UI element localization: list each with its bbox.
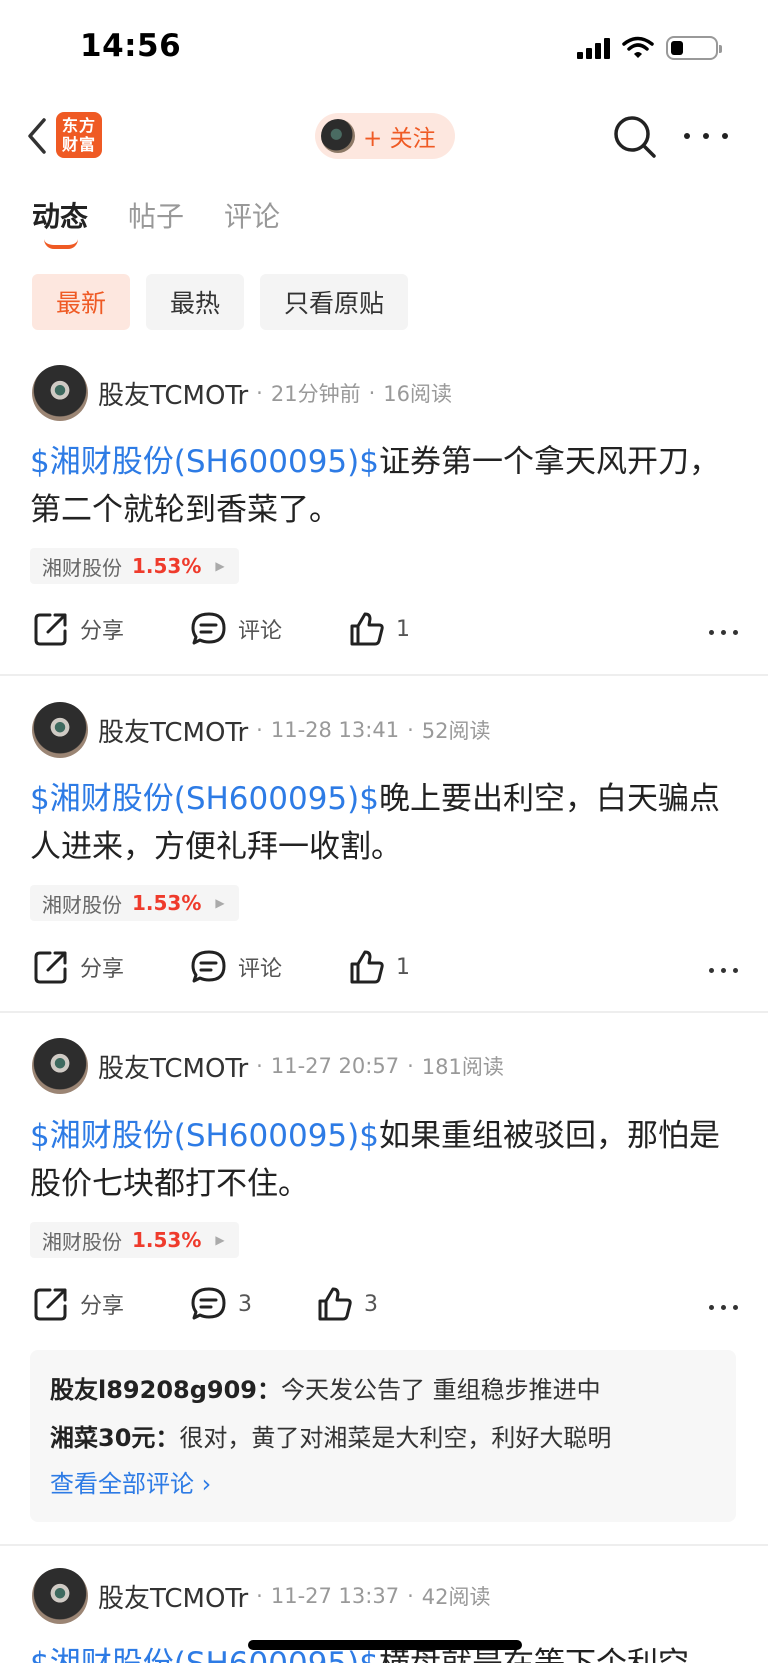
tab-comments[interactable]: 评论 bbox=[224, 195, 280, 235]
post-username[interactable]: 股友TCMOTr bbox=[98, 1048, 248, 1085]
stock-link[interactable]: $湘财股份(SH600095)$ bbox=[30, 444, 379, 480]
like-button[interactable]: 1 bbox=[348, 948, 410, 986]
post-actions: 分享 评论 1 bbox=[32, 610, 738, 654]
post-more-icon[interactable] bbox=[709, 968, 738, 973]
post-text[interactable]: $湘财股份(SH600095)$证券第一个拿天风开刀，第二个就轮到香菜了。 bbox=[30, 438, 740, 534]
stock-quote-tag[interactable]: 湘财股份 1.53% ▶ bbox=[30, 1222, 239, 1258]
filter-hottest[interactable]: 最热 bbox=[146, 274, 245, 330]
filter-chips: 最新 最热 只看原贴 bbox=[32, 274, 409, 330]
divider bbox=[0, 1544, 768, 1546]
filter-latest[interactable]: 最新 bbox=[32, 274, 131, 330]
post-time: 11-27 20:57 bbox=[270, 1054, 400, 1078]
comment-text: 很对，黄了对湘菜是大利空，利好大聪明 bbox=[179, 1424, 612, 1452]
comment-text: 今天发公告了 重组稳步推进中 bbox=[281, 1376, 601, 1404]
avatar[interactable] bbox=[32, 702, 88, 758]
search-icon[interactable] bbox=[612, 114, 658, 160]
like-button[interactable]: 3 bbox=[316, 1285, 378, 1323]
quote-percent: 1.53% bbox=[132, 554, 202, 578]
chevron-left-icon bbox=[28, 118, 46, 154]
caret-right-icon: ▶ bbox=[215, 559, 225, 573]
post-reads: 52阅读 bbox=[421, 719, 491, 743]
comment-item: 湘菜30元：很对，黄了对湘菜是大利空，利好大聪明 bbox=[50, 1414, 716, 1462]
status-icons bbox=[577, 36, 722, 60]
comment-button[interactable]: 评论 bbox=[190, 610, 282, 648]
comment-icon bbox=[191, 612, 226, 645]
avatar bbox=[321, 119, 355, 153]
battery-icon bbox=[666, 36, 722, 60]
comment-button[interactable]: 3 bbox=[190, 1285, 252, 1323]
post-username[interactable]: 股友TCMOTr bbox=[98, 1578, 248, 1615]
like-button[interactable]: 1 bbox=[348, 610, 410, 648]
quote-name: 湘财股份 bbox=[42, 1229, 122, 1254]
comment-icon bbox=[191, 950, 226, 983]
stock-quote-tag[interactable]: 湘财股份 1.53% ▶ bbox=[30, 885, 239, 921]
divider bbox=[0, 674, 768, 676]
post-time: 11-28 13:41 bbox=[270, 718, 400, 742]
stock-quote-tag[interactable]: 湘财股份 1.53% ▶ bbox=[30, 548, 239, 584]
post-time: 21分钟前 bbox=[270, 382, 361, 406]
quote-percent: 1.53% bbox=[132, 1228, 202, 1252]
status-time: 14:56 bbox=[80, 28, 182, 64]
post-more-icon[interactable] bbox=[709, 1305, 738, 1310]
share-button[interactable]: 分享 bbox=[32, 1285, 124, 1323]
post-reads: 181阅读 bbox=[421, 1055, 504, 1079]
share-button[interactable]: 分享 bbox=[32, 948, 124, 986]
more-options-icon[interactable] bbox=[684, 124, 728, 148]
follow-label: + 关注 bbox=[363, 126, 436, 152]
profile-tabs: 动态 帖子 评论 bbox=[32, 195, 280, 249]
home-indicator bbox=[248, 1640, 522, 1650]
quote-percent: 1.53% bbox=[132, 891, 202, 915]
quote-name: 湘财股份 bbox=[42, 892, 122, 917]
tab-posts[interactable]: 帖子 bbox=[128, 195, 184, 235]
post-header: 股友TCMOTr · 11-27 20:57 · 181阅读 bbox=[32, 1038, 504, 1094]
caret-right-icon: ▶ bbox=[215, 896, 225, 910]
share-icon bbox=[34, 1288, 67, 1321]
divider bbox=[0, 1011, 768, 1013]
comment-item: 股友l89208g909：今天发公告了 重组稳步推进中 bbox=[50, 1366, 716, 1414]
post-header: 股友TCMOTr · 11-27 13:37 · 42阅读 bbox=[32, 1568, 491, 1624]
avatar[interactable] bbox=[32, 1568, 88, 1624]
post-reads: 42阅读 bbox=[421, 1585, 491, 1609]
post-username[interactable]: 股友TCMOTr bbox=[98, 375, 248, 412]
status-bar: 14:56 bbox=[0, 0, 768, 100]
thumbs-up-icon bbox=[318, 1287, 352, 1321]
post-time: 11-27 13:37 bbox=[270, 1584, 400, 1608]
follow-button[interactable]: + 关注 bbox=[315, 113, 455, 159]
comment-user[interactable]: 股友l89208g909： bbox=[50, 1376, 281, 1404]
post-actions: 分享 评论 1 bbox=[32, 948, 738, 992]
filter-original-only[interactable]: 只看原贴 bbox=[260, 274, 409, 330]
avatar[interactable] bbox=[32, 365, 88, 421]
post-text[interactable]: $湘财股份(SH600095)$晚上要出利空，白天骗点人进来，方便礼拜一收割。 bbox=[30, 775, 740, 871]
app-logo: 东方 财富 bbox=[56, 112, 102, 158]
quote-name: 湘财股份 bbox=[42, 555, 122, 580]
thumbs-up-icon bbox=[350, 950, 384, 984]
comment-preview[interactable]: 股友l89208g909：今天发公告了 重组稳步推进中 湘菜30元：很对，黄了对… bbox=[30, 1350, 736, 1522]
back-button[interactable] bbox=[16, 114, 56, 158]
stock-link[interactable]: $湘财股份(SH600095)$ bbox=[30, 781, 379, 817]
post-text[interactable]: $湘财股份(SH600095)$如果重组被驳回，那怕是股价七块都打不住。 bbox=[30, 1112, 740, 1208]
post-actions: 分享 3 3 bbox=[32, 1285, 738, 1329]
comment-button[interactable]: 评论 bbox=[190, 948, 282, 986]
post-more-icon[interactable] bbox=[709, 630, 738, 635]
post-username[interactable]: 股友TCMOTr bbox=[98, 712, 248, 749]
share-icon bbox=[34, 951, 67, 984]
view-all-comments-link[interactable]: 查看全部评论 › bbox=[50, 1462, 716, 1506]
share-icon bbox=[34, 613, 67, 646]
nav-bar: 东方 财富 + 关注 bbox=[0, 100, 768, 172]
tab-dynamics[interactable]: 动态 bbox=[32, 195, 88, 249]
wifi-icon bbox=[622, 36, 654, 58]
caret-right-icon: ▶ bbox=[215, 1233, 225, 1247]
post-reads: 16阅读 bbox=[383, 382, 453, 406]
signal-icon bbox=[577, 37, 610, 59]
thumbs-up-icon bbox=[350, 612, 384, 646]
comment-user[interactable]: 湘菜30元： bbox=[50, 1424, 179, 1452]
post-header: 股友TCMOTr · 21分钟前 · 16阅读 bbox=[32, 365, 452, 421]
share-button[interactable]: 分享 bbox=[32, 610, 124, 648]
comment-icon bbox=[191, 1287, 226, 1320]
stock-link[interactable]: $湘财股份(SH600095)$ bbox=[30, 1118, 379, 1154]
post-header: 股友TCMOTr · 11-28 13:41 · 52阅读 bbox=[32, 702, 491, 758]
avatar[interactable] bbox=[32, 1038, 88, 1094]
